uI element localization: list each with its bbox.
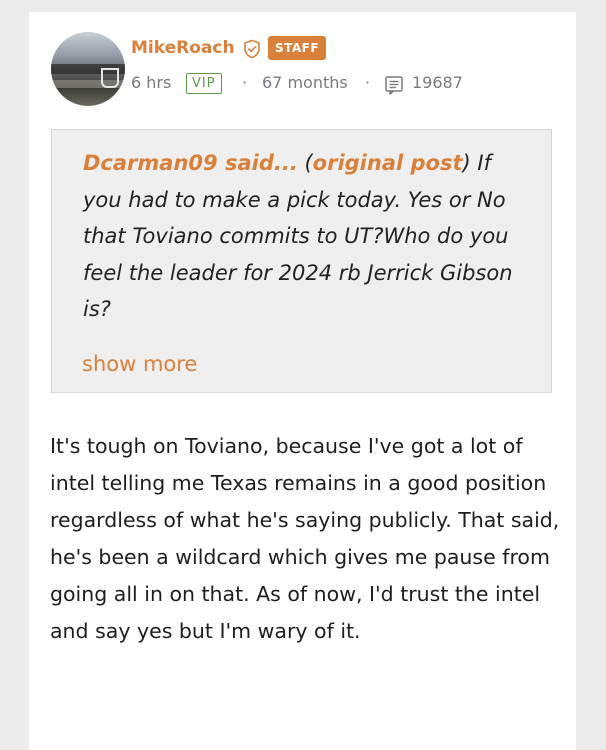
quote-body: If you had to make a pick today. Yes or … xyxy=(83,151,513,321)
show-more-link[interactable]: show more xyxy=(82,352,197,376)
separator-dot: · xyxy=(365,73,371,92)
quote-open-paren: ( xyxy=(297,151,313,175)
vip-badge: VIP xyxy=(186,73,222,94)
posts-icon xyxy=(385,76,403,95)
quote-text: Dcarman09 said... (original post) If you… xyxy=(83,145,523,328)
post-body: It's tough on Toviano, because I've got … xyxy=(50,434,560,643)
quote-block: Dcarman09 said... (original post) If you… xyxy=(51,129,552,393)
username-link[interactable]: MikeRoach xyxy=(131,38,235,58)
staff-badge: STAFF xyxy=(268,36,327,60)
separator-dot: · xyxy=(242,73,248,92)
member-duration: 67 months xyxy=(262,73,348,92)
original-post-link[interactable]: original post xyxy=(313,151,463,175)
shield-check-icon xyxy=(244,39,260,59)
post-card: MikeRoach STAFF 6 hrs VIP · 67 months · … xyxy=(29,12,576,750)
post-count: 19687 xyxy=(412,73,463,92)
post-time: 6 hrs xyxy=(131,73,172,92)
quote-said-label: said... xyxy=(217,151,298,175)
quote-author-link[interactable]: Dcarman09 xyxy=(83,151,218,175)
avatar[interactable] xyxy=(51,32,125,106)
quote-close-paren: ) xyxy=(462,151,471,175)
